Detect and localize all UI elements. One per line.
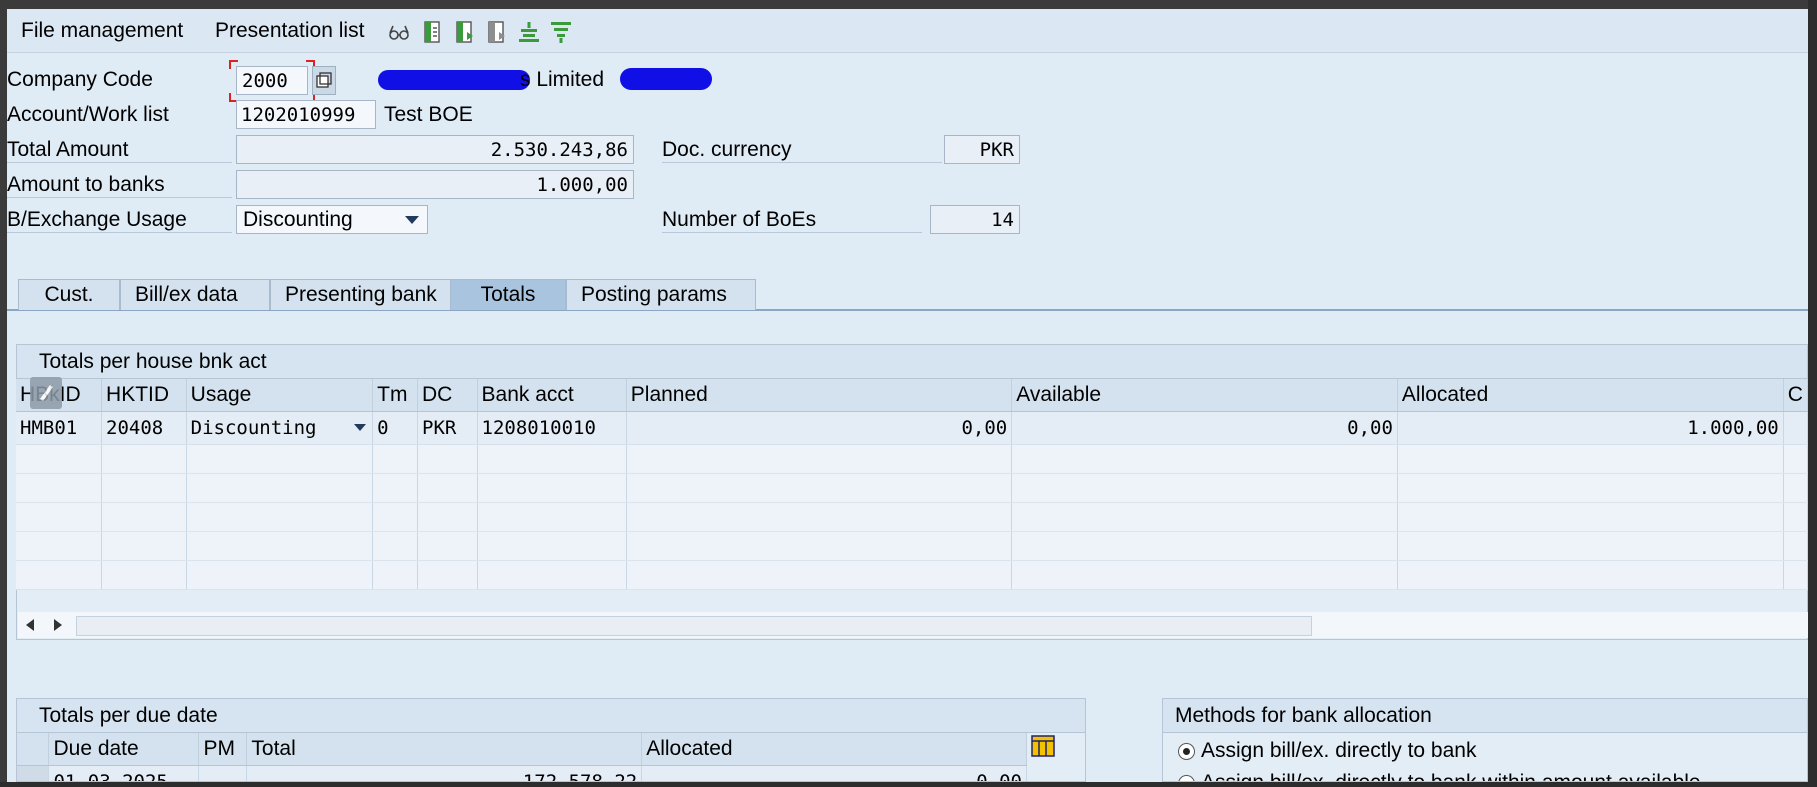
menu-bar: File management Presentation list: [7, 9, 1808, 53]
cell-planned[interactable]: 0,00: [626, 411, 1013, 445]
value-help-button[interactable]: [312, 66, 336, 95]
col-planned[interactable]: Planned: [626, 379, 1013, 412]
cell-bank-acct[interactable]: 1208010010: [477, 411, 627, 445]
amount-to-banks-field: 1.000,00: [236, 170, 634, 199]
cell-allocated[interactable]: 0,00: [641, 765, 1027, 781]
cell-usage[interactable]: Discounting: [186, 411, 374, 445]
methods-panel: Methods for bank allocation Assign bill/…: [1162, 698, 1808, 782]
col-pm[interactable]: PM: [198, 733, 248, 766]
col-dc[interactable]: DC: [417, 379, 478, 412]
glasses-icon[interactable]: [387, 20, 411, 44]
col-tm[interactable]: Tm: [372, 379, 418, 412]
col-available[interactable]: Available: [1011, 379, 1398, 412]
chevron-down-icon[interactable]: [354, 424, 367, 431]
cell-due-date[interactable]: 01.03.2025: [48, 765, 200, 781]
cell-total[interactable]: 172.578,22: [246, 765, 643, 781]
col-usage[interactable]: Usage: [186, 379, 374, 412]
col-allocated[interactable]: Allocated: [1397, 379, 1784, 412]
redaction-mark: [378, 70, 530, 90]
align-icon[interactable]: [517, 20, 541, 44]
usage-dropdown[interactable]: Discounting: [236, 205, 428, 234]
focus-brackets: [229, 60, 315, 102]
table-header-row: Due date PM Total Allocated: [17, 733, 1085, 766]
cell-checkbox[interactable]: [1026, 765, 1085, 781]
col-bank-acct[interactable]: Bank acct: [477, 379, 627, 412]
cell-hktid[interactable]: 20408: [101, 411, 187, 445]
methods-panel-title: Methods for bank allocation: [1163, 699, 1807, 733]
tab-totals[interactable]: Totals: [450, 279, 566, 310]
doc-currency-field: PKR: [944, 135, 1020, 164]
table-header-row: HBkID HKTID Usage Tm DC Bank acct Planne…: [16, 379, 1809, 412]
amount-to-banks-label: Amount to banks: [7, 173, 232, 198]
col-allocated[interactable]: Allocated: [641, 733, 1027, 766]
cell-hbkid[interactable]: HMB01: [16, 411, 103, 445]
account-description: Test BOE: [384, 103, 473, 126]
table-row-empty: [16, 531, 1809, 561]
table-row-empty: [16, 502, 1809, 532]
table-row[interactable]: HMB01 20408 Discounting 0 PKR 1208010010…: [16, 411, 1809, 445]
tab-bill-ex-data[interactable]: Bill/ex data: [120, 279, 270, 310]
doc-gray-icon[interactable]: [485, 20, 509, 44]
tab-presenting-bank[interactable]: Presenting bank: [270, 279, 466, 310]
window-top-border: [0, 0, 1817, 9]
table-row[interactable]: 01.03.2025 172.578,22 0,00: [17, 765, 1085, 781]
house-bank-table: HBkID HKTID Usage Tm DC Bank acct Planne…: [16, 379, 1809, 590]
cell-c[interactable]: [1783, 411, 1809, 445]
due-date-panel-title: Totals per due date: [17, 699, 1085, 733]
row-selector-header[interactable]: [17, 733, 50, 766]
pencil-icon: [40, 385, 53, 401]
account-label: Account/Work list: [7, 103, 169, 126]
num-boes-field: 14: [930, 205, 1020, 234]
col-c[interactable]: C: [1783, 379, 1809, 412]
filter-icon[interactable]: [549, 20, 573, 44]
radio-assign-direct-label: Assign bill/ex. directly to bank: [1201, 739, 1477, 762]
due-date-table: Due date PM Total Allocated 01.03.2025 1…: [17, 733, 1085, 781]
row-selector[interactable]: [17, 765, 50, 781]
window-left-border: [0, 0, 7, 787]
scroll-left-icon[interactable]: [26, 619, 36, 631]
scrollbar-thumb[interactable]: [76, 616, 1312, 636]
cell-pm[interactable]: [198, 765, 248, 781]
table-layout-icon[interactable]: [1031, 734, 1055, 758]
window-bottom-border: [0, 782, 1817, 787]
radio-assign-direct[interactable]: [1178, 743, 1195, 760]
radio-assign-within-available-label: Assign bill/ex. directly to bank within …: [1201, 771, 1701, 781]
table-row-empty: [16, 560, 1809, 590]
tab-posting-params[interactable]: Posting params: [566, 279, 756, 310]
table-row-empty: [16, 444, 1809, 474]
layout-button-cell: [1026, 733, 1085, 766]
cell-tm[interactable]: 0: [372, 411, 418, 445]
doc-green-1-icon[interactable]: [421, 20, 445, 44]
cell-dc[interactable]: PKR: [417, 411, 478, 445]
total-amount-field: 2.530.243,86: [236, 135, 634, 164]
menu-presentation-list[interactable]: Presentation list: [215, 19, 364, 43]
total-amount-label: Total Amount: [7, 138, 232, 163]
scroll-right-icon[interactable]: [52, 619, 62, 631]
col-hktid[interactable]: HKTID: [101, 379, 187, 412]
doc-currency-label: Doc. currency: [662, 138, 942, 163]
company-code-label: Company Code: [7, 68, 153, 91]
table-row-empty: [16, 473, 1809, 503]
cell-allocated[interactable]: 1.000,00: [1397, 411, 1784, 445]
account-input[interactable]: 1202010999: [236, 100, 376, 129]
tab-cust[interactable]: Cust.: [18, 279, 120, 310]
menu-file-management[interactable]: File management: [21, 19, 183, 43]
company-name: s Limited: [520, 68, 605, 91]
num-boes-label: Number of BoEs: [662, 208, 922, 233]
window-right-border: [1808, 0, 1817, 787]
table-settings-button[interactable]: [30, 377, 62, 409]
chevron-down-icon: [405, 216, 419, 224]
col-total[interactable]: Total: [246, 733, 643, 766]
radio-assign-within-available[interactable]: [1178, 775, 1195, 781]
cell-available[interactable]: 0,00: [1011, 411, 1398, 445]
due-date-panel: Totals per due date Due date PM Total Al…: [16, 698, 1086, 782]
usage-label: B/Exchange Usage: [7, 208, 232, 233]
doc-green-2-icon[interactable]: [453, 20, 477, 44]
house-bank-panel-title: Totals per house bnk act: [17, 345, 1807, 379]
redaction-mark: [620, 68, 712, 90]
copy-icon: [316, 72, 332, 88]
col-due-date[interactable]: Due date: [48, 733, 200, 766]
